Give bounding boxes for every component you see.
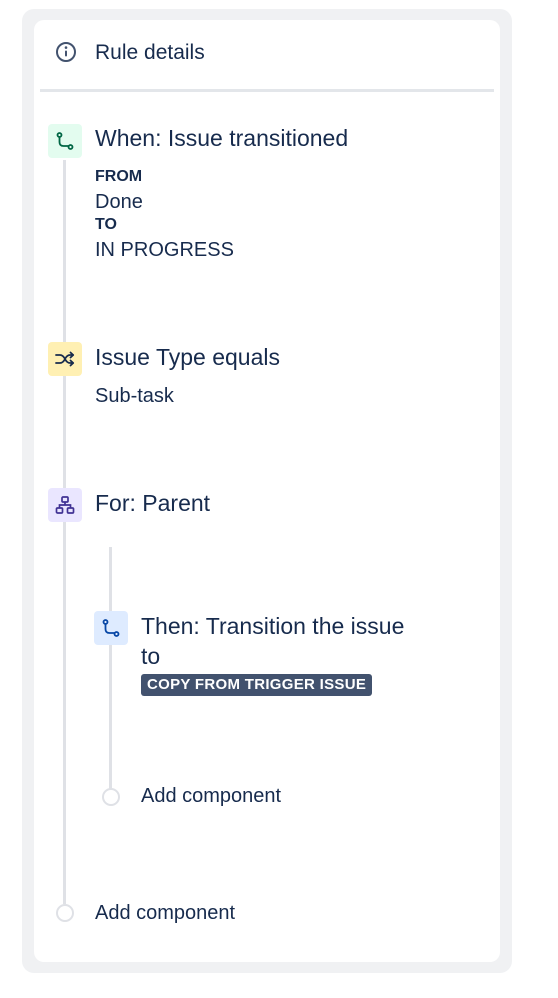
transition-icon [56,132,74,150]
condition-value: Sub-task [95,385,174,407]
hierarchy-icon [55,496,75,514]
main-flow-line [63,160,66,904]
main-add-circle-icon[interactable] [56,904,74,922]
nested-add-circle-icon[interactable] [102,788,120,806]
action-title-line1[interactable]: Then: Transition the issue [141,611,404,641]
info-icon [55,41,77,63]
action-title-line2[interactable]: to [141,641,160,671]
nested-flow-line [109,547,112,789]
nested-add-component-button[interactable]: Add component [141,784,281,808]
rule-details-header[interactable]: Rule details [34,20,500,90]
action-icon[interactable] [94,611,128,645]
branch-icon[interactable] [48,488,82,522]
rule-details-title: Rule details [95,41,205,64]
trigger-icon[interactable] [48,124,82,158]
to-value: IN PROGRESS [95,239,234,261]
copy-from-trigger-lozenge: COPY FROM TRIGGER ISSUE [141,674,373,696]
to-label: TO [95,216,117,233]
from-value: Done [95,191,143,213]
condition-icon[interactable] [48,342,82,376]
from-label: FROM [95,168,143,185]
rule-details-panel: Rule details When: Issue transitioned FR… [34,20,500,962]
branch-title[interactable]: For: Parent [95,488,210,518]
condition-title[interactable]: Issue Type equals [95,342,280,372]
transition-icon [102,619,120,637]
main-add-component-button[interactable]: Add component [95,901,235,925]
trigger-title[interactable]: When: Issue transitioned [95,123,348,153]
shuffle-icon [55,351,75,367]
header-divider [40,89,494,92]
